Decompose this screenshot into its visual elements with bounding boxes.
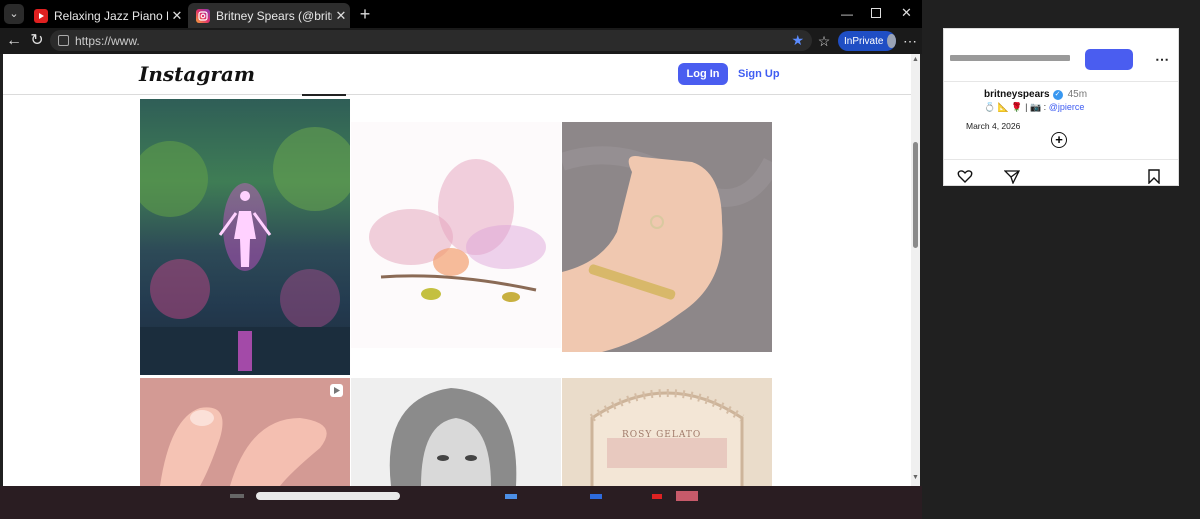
taskbar-app-icon[interactable] [230,494,244,498]
close-tab-icon[interactable]: ✕ [332,8,350,24]
scrollbar[interactable]: ▲ ▼ [911,54,920,486]
mention-link[interactable]: @jpierce [1049,102,1085,112]
taskbar-search-box[interactable] [256,492,400,500]
scroll-down-arrow[interactable]: ▼ [912,474,919,481]
close-tab-icon[interactable]: ✕ [168,8,186,24]
post-tile-2[interactable] [351,122,561,348]
tab-youtube[interactable]: Relaxing Jazz Piano Radio - Slow J ✕ [26,3,186,28]
instagram-icon [196,8,210,23]
youtube-icon [34,8,48,23]
bookmark-icon[interactable] [1147,169,1161,184]
avatar [887,34,896,48]
close-window-icon[interactable]: ✕ [901,5,912,21]
login-button[interactable]: Log In [678,63,728,85]
taskbar-app-icon[interactable] [505,494,517,499]
back-icon[interactable]: ← [4,31,24,51]
refresh-icon[interactable]: ↻ [27,31,47,51]
tab-instagram[interactable]: Britney Spears (@britneyspears) - I ✕ [188,3,350,28]
url-text: https://www. [75,33,140,48]
post-tile-6[interactable]: ROSY GELATO [562,378,772,486]
post-date: March 4, 2026 [966,121,1021,131]
baby-hand-image [562,122,772,352]
caption-emoji: 💍 📐 🌹 | 📷 : [984,102,1047,112]
post-tile-5[interactable] [351,378,561,486]
minimize-icon[interactable]: — [840,7,854,21]
portrait-image [351,378,561,486]
post-tile-4[interactable] [140,378,350,486]
fingers-image [140,378,350,486]
post-time: 45m [1067,89,1088,100]
taskbar [0,486,922,519]
verified-badge-icon: ✓ [1052,89,1063,100]
tab-title: Relaxing Jazz Piano Radio - Slow J [54,8,168,23]
taskbar-app-icon[interactable] [590,494,602,499]
browser-tab-bar: ⌄ Relaxing Jazz Piano Radio - Slow J ✕ B… [0,0,922,28]
share-icon[interactable] [1004,169,1020,184]
post-header: britneyspears ✓ 45m [984,89,1087,100]
glowing-figure-image [140,127,350,375]
panel-divider [944,159,1178,160]
favorite-star-icon[interactable]: ★ [791,32,804,49]
panel-divider [944,81,1178,82]
new-tab-button[interactable]: + [356,3,374,25]
more-options-icon[interactable]: ⋯ [1155,51,1169,68]
username[interactable]: britneyspears [984,89,1050,100]
posts-tab-indicator [302,94,346,96]
inprivate-label: InPrivate [844,35,884,47]
inprivate-badge[interactable]: InPrivate [838,31,896,51]
browser-toolbar: ← ↻ https://www. ★ ☆ ⋯ [0,28,922,54]
lock-icon [58,35,69,46]
like-heart-icon[interactable] [957,169,973,184]
more-menu-icon[interactable]: ⋯ [900,31,920,51]
scroll-up-arrow[interactable]: ▲ [912,56,919,63]
panel-blank-button[interactable] [1085,49,1133,70]
storefront-sign: ROSY GELATO [622,430,702,440]
taskbar-app-icon[interactable] [676,491,698,501]
tab-actions-button[interactable]: ⌄ [4,4,24,24]
add-comment-icon[interactable]: + [1051,132,1067,148]
instagram-logo[interactable]: Instagram [139,62,255,86]
caption: 💍 📐 🌹 | 📷 : @jpierce [984,102,1084,113]
video-play-icon [330,384,343,397]
post-tile-3[interactable] [562,122,772,352]
taskbar-app-icon[interactable] [652,494,662,499]
post-detail-panel: ⋯ britneyspears ✓ 45m 💍 📐 🌹 | 📷 : @jpier… [943,28,1179,186]
address-bar[interactable]: https://www. ★ [50,30,812,51]
web-page: Instagram Log In Sign Up ROSY GELATO ▲ ▼ [3,54,920,486]
favorites-icon[interactable]: ☆ [814,31,834,51]
scrollbar-thumb[interactable] [913,142,918,248]
instagram-header: Instagram Log In Sign Up [3,54,913,95]
watercolor-flower-image [369,159,546,302]
signup-link[interactable]: Sign Up [738,68,780,80]
restore-icon[interactable] [871,8,881,18]
post-tile-1[interactable] [140,99,350,375]
url-strip [950,55,1070,61]
tab-title: Britney Spears (@britneyspears) - I [216,8,332,23]
